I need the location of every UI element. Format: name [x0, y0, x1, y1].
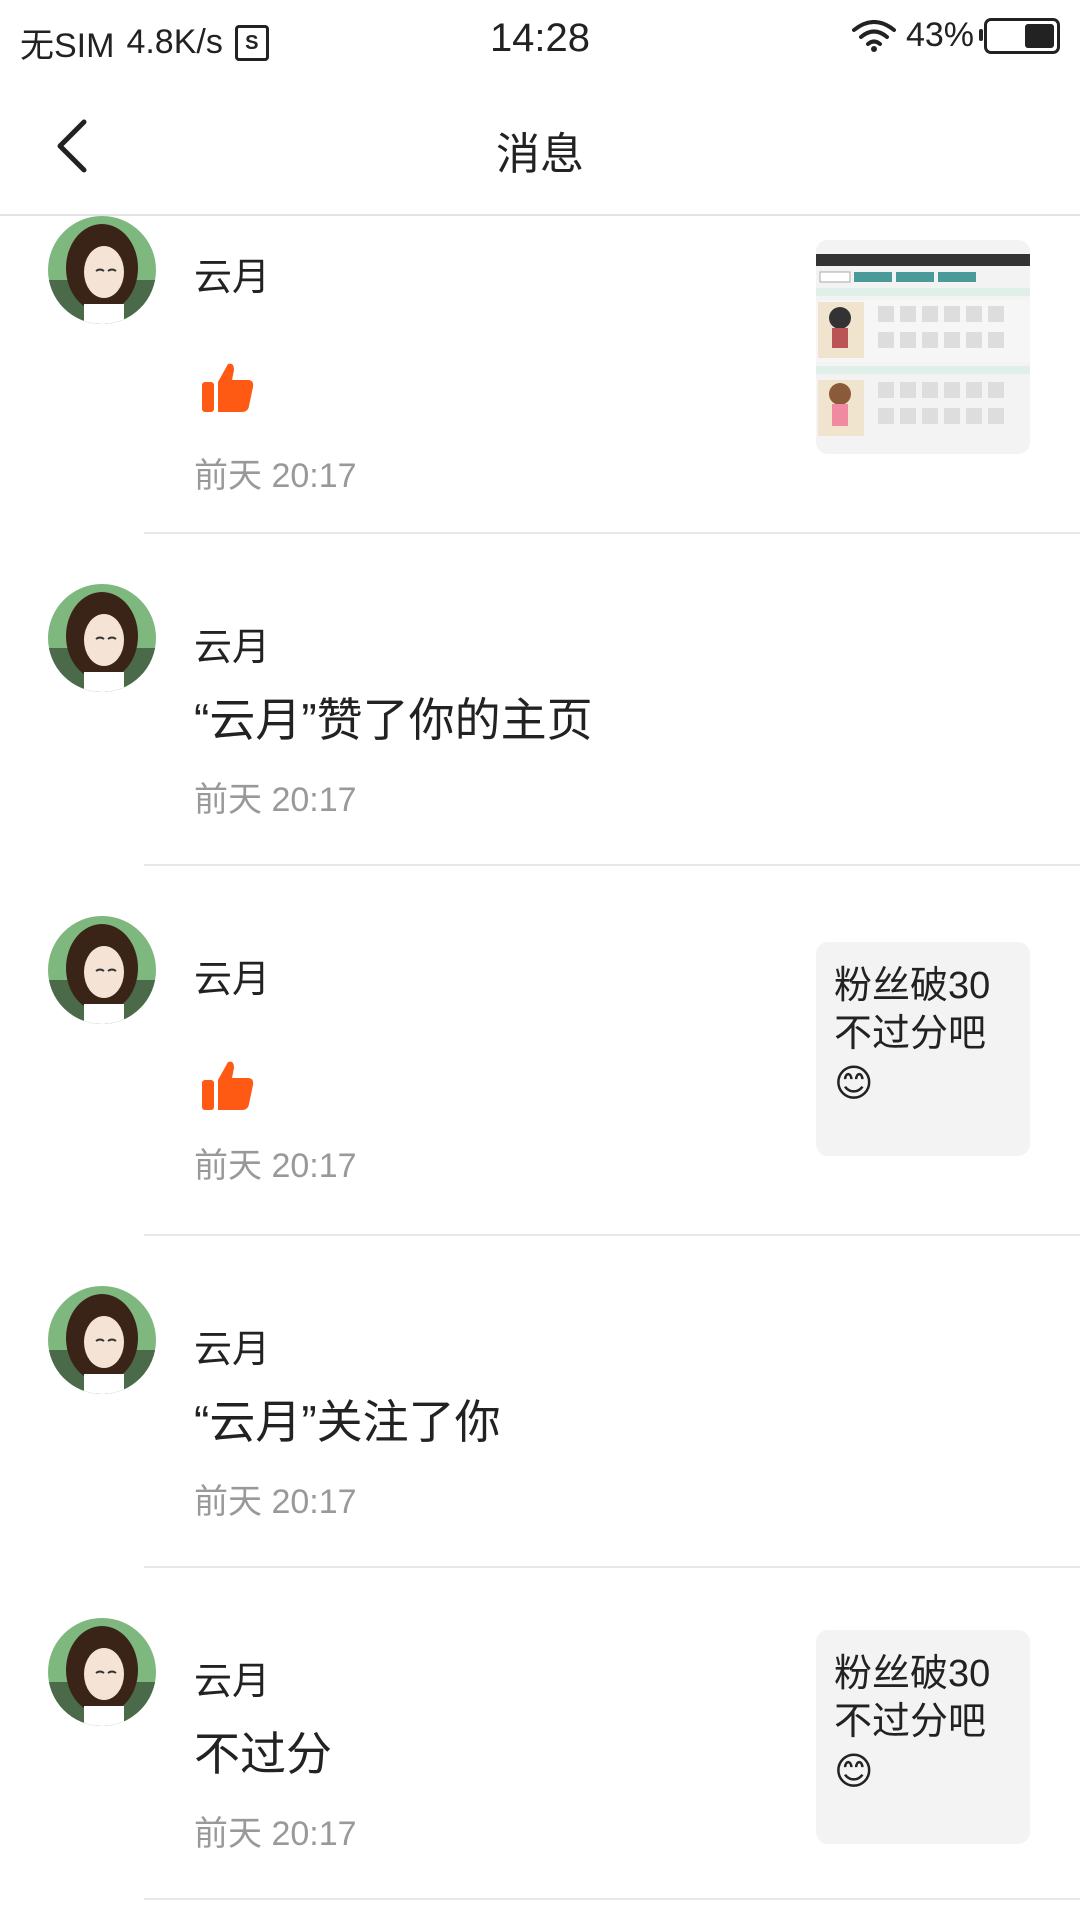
- message-content: “云月”赞了你的主页: [194, 694, 593, 746]
- message-time: 前天 20:17: [194, 1483, 357, 1521]
- page-title: 消息: [496, 130, 584, 179]
- sender-name: 云月: [194, 627, 271, 669]
- avatar[interactable]: [48, 216, 156, 324]
- smile-emoji-icon: 😊: [834, 1751, 874, 1793]
- battery-icon: [979, 17, 1060, 54]
- post-thumbnail-image[interactable]: [816, 240, 1030, 454]
- message-time: 前天 20:17: [194, 1147, 357, 1185]
- message-list: 云月 前天 20:17 云月 “云月”赞了你的主页 前天 20:17 云月 前天…: [0, 214, 1080, 1900]
- list-item[interactable]: 云月 “云月”赞了你的主页 前天 20:17: [0, 534, 1080, 866]
- list-item[interactable]: 云月 不过分 前天 20:17 粉丝破30不过分吧 😊: [0, 1568, 1080, 1900]
- sender-name: 云月: [194, 257, 271, 299]
- avatar[interactable]: [48, 1618, 156, 1726]
- thumbs-up-icon: [202, 363, 254, 412]
- status-bar: 无SIM 4.8K/s S 14:28 43%: [0, 0, 1080, 74]
- message-time: 前天 20:17: [194, 457, 357, 495]
- wifi-icon: [851, 19, 896, 52]
- sender-name: 云月: [194, 1661, 271, 1703]
- list-item[interactable]: 云月 前天 20:17: [0, 214, 1080, 534]
- message-time: 前天 20:17: [194, 781, 357, 819]
- post-thumbnail-text[interactable]: 粉丝破30不过分吧 😊: [816, 942, 1030, 1156]
- sender-name: 云月: [194, 1329, 271, 1371]
- list-item[interactable]: 云月 前天 20:17 粉丝破30不过分吧 😊: [0, 866, 1080, 1236]
- battery-percent: 43%: [905, 16, 974, 54]
- avatar[interactable]: [48, 584, 156, 692]
- avatar[interactable]: [48, 916, 156, 1024]
- message-time: 前天 20:17: [194, 1815, 357, 1853]
- list-item[interactable]: 云月 “云月”关注了你 前天 20:17: [0, 1236, 1080, 1568]
- message-content: “云月”关注了你: [194, 1396, 501, 1448]
- thumbnail-text: 粉丝破30不过分吧: [834, 1653, 991, 1743]
- avatar[interactable]: [48, 1286, 156, 1394]
- divider: [144, 1898, 1080, 1900]
- status-right: 43%: [851, 16, 1060, 55]
- smile-emoji-icon: 😊: [834, 1063, 874, 1105]
- thumbnail-text: 粉丝破30不过分吧: [834, 965, 991, 1055]
- post-thumbnail-text[interactable]: 粉丝破30不过分吧 😊: [816, 1630, 1030, 1844]
- nav-bar: 消息: [0, 74, 1080, 216]
- sender-name: 云月: [194, 959, 271, 1001]
- thumbs-up-icon: [202, 1061, 254, 1110]
- message-content: 不过分: [194, 1728, 332, 1780]
